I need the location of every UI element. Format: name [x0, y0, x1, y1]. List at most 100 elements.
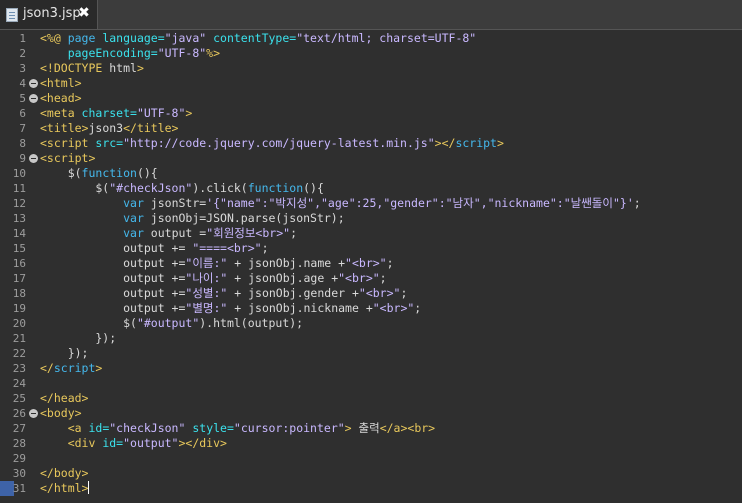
- code-line[interactable]: 24: [0, 376, 742, 391]
- code-line[interactable]: 20 $("#output").html(output);: [0, 316, 742, 331]
- code-line[interactable]: 30 </body>: [0, 466, 742, 481]
- code-token: "나이:": [185, 271, 228, 285]
- code-token: script: [455, 136, 497, 150]
- code-token: "cursor:pointer": [233, 421, 345, 435]
- code-token: </html>: [40, 481, 89, 495]
- code-line[interactable]: 6 <meta charset="UTF-8">: [0, 106, 742, 121]
- code-token: </: [40, 361, 54, 375]
- code-token: });: [40, 331, 117, 345]
- code-token: "text/html; charset=UTF-8": [296, 31, 477, 45]
- code-token: ;: [379, 271, 387, 285]
- code-token: "output": [123, 436, 179, 450]
- line-number: 12: [12, 197, 26, 210]
- code-token: id=: [102, 436, 124, 450]
- code-token: jsonObj=JSON.parse(jsonStr);: [150, 211, 345, 225]
- code-token: "<br>": [358, 286, 401, 300]
- code-line[interactable]: 31 </html>: [0, 481, 742, 496]
- code-token: contentType=: [206, 31, 297, 45]
- code-token: });: [40, 346, 89, 360]
- code-token: ;: [400, 286, 408, 300]
- code-line[interactable]: 26 <body>: [0, 406, 742, 421]
- code-token: ></div>: [178, 436, 227, 450]
- code-line[interactable]: 2 pageEncoding="UTF-8"%>: [0, 46, 742, 61]
- code-line[interactable]: 7 <title>json3</title>: [0, 121, 742, 136]
- fold-collapse-icon[interactable]: [29, 79, 38, 88]
- code-line[interactable]: 8 <script src="http://code.jquery.com/jqu…: [0, 136, 742, 151]
- code-text: var output ="회원정보<br>";: [40, 226, 297, 241]
- code-line[interactable]: 4 <html>: [0, 76, 742, 91]
- code-token: 출력: [358, 421, 380, 435]
- line-number: 11: [12, 182, 26, 195]
- code-token: + jsonObj.gender +: [227, 286, 359, 300]
- code-token: "성별:": [185, 286, 228, 300]
- code-line[interactable]: 11 $("#checkJson").click(function(){: [0, 181, 742, 196]
- code-line[interactable]: 19 output +="별명:" + jsonObj.nickname +"<…: [0, 301, 742, 316]
- line-number: 16: [12, 257, 26, 270]
- code-token: var: [123, 226, 151, 240]
- code-line[interactable]: 27 <a id="checkJson" style="cursor:point…: [0, 421, 742, 436]
- code-line[interactable]: 28 <div id="output"></div>: [0, 436, 742, 451]
- code-token: jsonStr=: [150, 196, 207, 210]
- code-line[interactable]: 18 output +="성별:" + jsonObj.gender +"<br…: [0, 286, 742, 301]
- line-number: 15: [12, 242, 26, 255]
- code-line[interactable]: 23 </script>: [0, 361, 742, 376]
- line-number: 28: [12, 437, 26, 450]
- code-text: pageEncoding="UTF-8"%>: [40, 46, 220, 61]
- code-token: <!DOCTYPE: [40, 61, 110, 75]
- code-line[interactable]: 17 output +="나이:" + jsonObj.age +"<br>";: [0, 271, 742, 286]
- code-token: "<br>": [338, 271, 380, 285]
- code-token: <meta: [40, 106, 82, 120]
- code-token: src=: [95, 136, 124, 150]
- code-line[interactable]: 16 output +="이름:" + jsonObj.name +"<br>"…: [0, 256, 742, 271]
- code-token: "<br>": [345, 256, 387, 270]
- code-line[interactable]: 5 <head>: [0, 91, 742, 106]
- code-token: </a><br>: [379, 421, 436, 435]
- code-line[interactable]: 10 $(function(){: [0, 166, 742, 181]
- code-line[interactable]: 13 var jsonObj=JSON.parse(jsonStr);: [0, 211, 742, 226]
- code-text: </head>: [40, 391, 88, 406]
- code-line[interactable]: 21 });: [0, 331, 742, 346]
- code-text: <body>: [40, 406, 82, 421]
- code-token: >: [496, 136, 504, 150]
- editor-tab-bar: json3.jsp ✖: [0, 0, 742, 30]
- file-tab[interactable]: json3.jsp ✖: [0, 0, 98, 29]
- code-token: function: [81, 166, 137, 180]
- code-token: <body>: [40, 406, 82, 420]
- code-text: output += "====<br>";: [40, 241, 268, 256]
- code-line[interactable]: 22 });: [0, 346, 742, 361]
- code-token: >: [185, 106, 193, 120]
- code-line[interactable]: 3 <!DOCTYPE html>: [0, 61, 742, 76]
- code-token: <a: [40, 421, 89, 435]
- code-line[interactable]: 29: [0, 451, 742, 466]
- line-number: 6: [19, 107, 26, 120]
- code-line[interactable]: 12 var jsonStr='{"name":"박지성","age":25,"…: [0, 196, 742, 211]
- close-icon[interactable]: ✖: [77, 5, 91, 21]
- code-token: + jsonObj.age +: [227, 271, 339, 285]
- code-token: <html>: [40, 76, 82, 90]
- code-token: ).html(output);: [199, 316, 304, 330]
- code-line[interactable]: 15 output += "====<br>";: [0, 241, 742, 256]
- code-token: html: [109, 61, 137, 75]
- code-token: "====<br>": [192, 241, 262, 255]
- code-text: output +="별명:" + jsonObj.nickname +"<br>…: [40, 301, 421, 316]
- code-editor[interactable]: 1 <%@ page language="java" contentType="t…: [0, 30, 742, 503]
- code-line[interactable]: 25 </head>: [0, 391, 742, 406]
- fold-collapse-icon[interactable]: [29, 409, 38, 418]
- code-token: function: [247, 181, 304, 195]
- fold-collapse-icon[interactable]: [29, 94, 38, 103]
- code-line[interactable]: 1 <%@ page language="java" contentType="t…: [0, 31, 742, 46]
- line-number: 19: [12, 302, 26, 315]
- code-token: (){: [136, 166, 158, 180]
- code-token: output +=: [40, 286, 186, 300]
- code-token: ;: [633, 196, 641, 210]
- code-line[interactable]: 9 <script>: [0, 151, 742, 166]
- code-line[interactable]: 14 var output ="회원정보<br>";: [0, 226, 742, 241]
- code-token: pageEncoding=: [40, 46, 158, 60]
- code-token: + jsonObj.name +: [227, 256, 346, 270]
- fold-collapse-icon[interactable]: [29, 154, 38, 163]
- code-token: $(: [40, 316, 137, 330]
- code-token: "회원정보<br>": [206, 226, 291, 240]
- code-text: output +="이름:" + jsonObj.name +"<br>";: [40, 256, 393, 271]
